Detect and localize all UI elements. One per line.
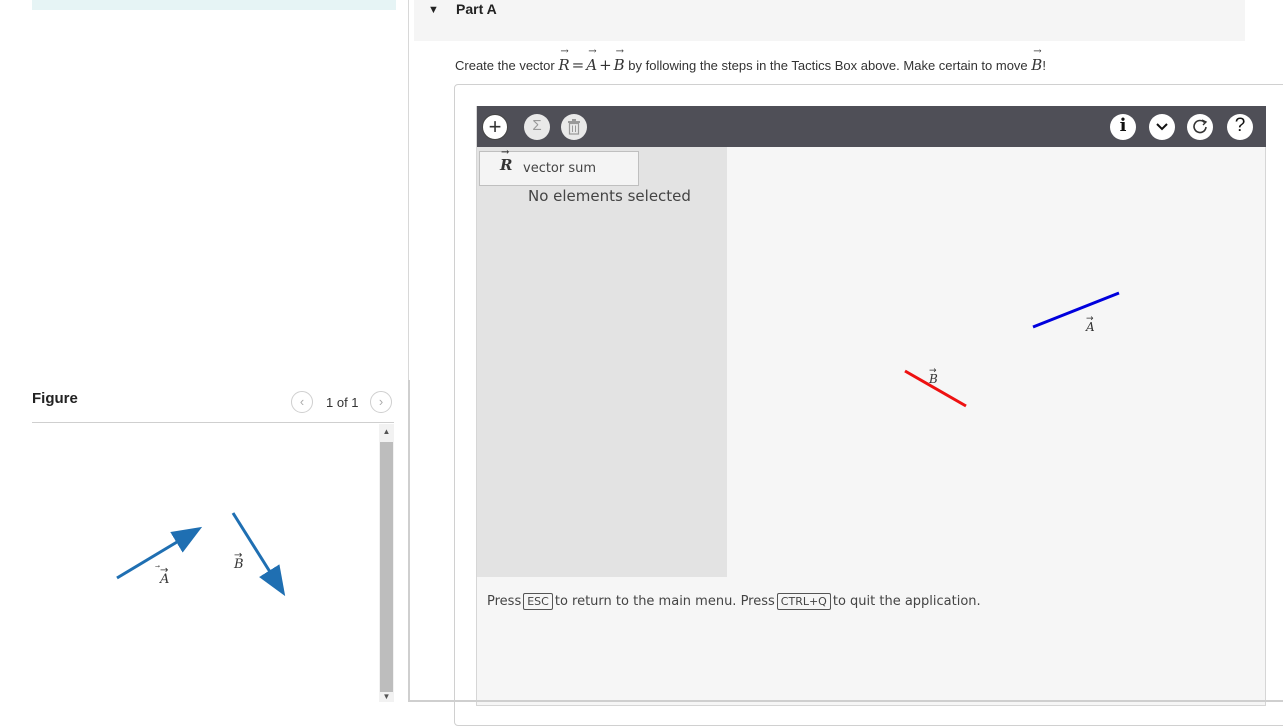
drawing-canvas[interactable]: A → B → bbox=[727, 147, 1265, 577]
caret-down-icon[interactable]: ▼ bbox=[428, 4, 439, 16]
figure-scrollbar-thumb[interactable] bbox=[380, 442, 393, 692]
info-button[interactable]: i bbox=[1110, 114, 1136, 140]
trash-icon bbox=[568, 119, 580, 135]
figure-title: Figure bbox=[32, 390, 78, 407]
canvas-label-a-arrow: → bbox=[1086, 314, 1094, 324]
figure-label-b-arrow: → bbox=[234, 550, 242, 561]
ctrl-q-key: CTRL+Q bbox=[776, 593, 831, 610]
chevron-right-icon: › bbox=[378, 394, 384, 409]
panel-divider-lower[interactable] bbox=[408, 380, 410, 702]
sigma-icon: Σ bbox=[532, 117, 542, 134]
selection-status: No elements selected bbox=[528, 187, 691, 205]
part-title: Part A bbox=[456, 1, 497, 17]
scroll-down-icon[interactable]: ▼ bbox=[379, 692, 394, 702]
canvas-vector-a bbox=[1032, 291, 1120, 329]
figure-divider bbox=[32, 422, 394, 423]
previous-figure-button[interactable]: ‹ bbox=[291, 391, 313, 413]
esc-key: ESC bbox=[523, 593, 553, 610]
figure-vector-a bbox=[116, 526, 203, 580]
chevron-down-icon bbox=[1156, 123, 1168, 131]
top-band bbox=[32, 0, 396, 10]
vector-r-icon: → R bbox=[500, 147, 513, 174]
figure-label-a-arrow: ⃗→ bbox=[155, 565, 168, 576]
canvas-label-b-arrow: → bbox=[929, 366, 937, 376]
chevron-left-icon: ‹ bbox=[299, 394, 305, 409]
delete-button[interactable] bbox=[561, 114, 587, 140]
help-button[interactable]: ? bbox=[1227, 114, 1253, 140]
panel-divider bbox=[408, 0, 409, 380]
sum-button[interactable]: Σ bbox=[524, 114, 550, 140]
reset-button[interactable] bbox=[1187, 114, 1213, 140]
add-vector-button[interactable]: + bbox=[482, 114, 508, 140]
reset-icon bbox=[1193, 119, 1208, 134]
help-icon: ? bbox=[1234, 115, 1246, 136]
vector-sum-label: vector sum bbox=[523, 161, 597, 176]
figure-page-indicator: 1 of 1 bbox=[326, 395, 359, 410]
expand-button[interactable] bbox=[1149, 114, 1175, 140]
plus-icon: + bbox=[488, 114, 502, 139]
app-toolbar bbox=[477, 106, 1266, 147]
part-a-header[interactable] bbox=[414, 0, 1245, 41]
figure-vector-diagram: A ⃗→ B → bbox=[116, 512, 286, 597]
properties-panel bbox=[477, 147, 727, 577]
next-figure-button[interactable]: › bbox=[370, 391, 392, 413]
info-icon: i bbox=[1119, 115, 1127, 136]
keyboard-hint: Press ESC to return to the main menu. Pres… bbox=[487, 593, 981, 610]
part-instruction: Create the vector → R = → A + → B by following … bbox=[455, 46, 1046, 74]
scroll-up-icon[interactable]: ▲ bbox=[379, 426, 394, 438]
